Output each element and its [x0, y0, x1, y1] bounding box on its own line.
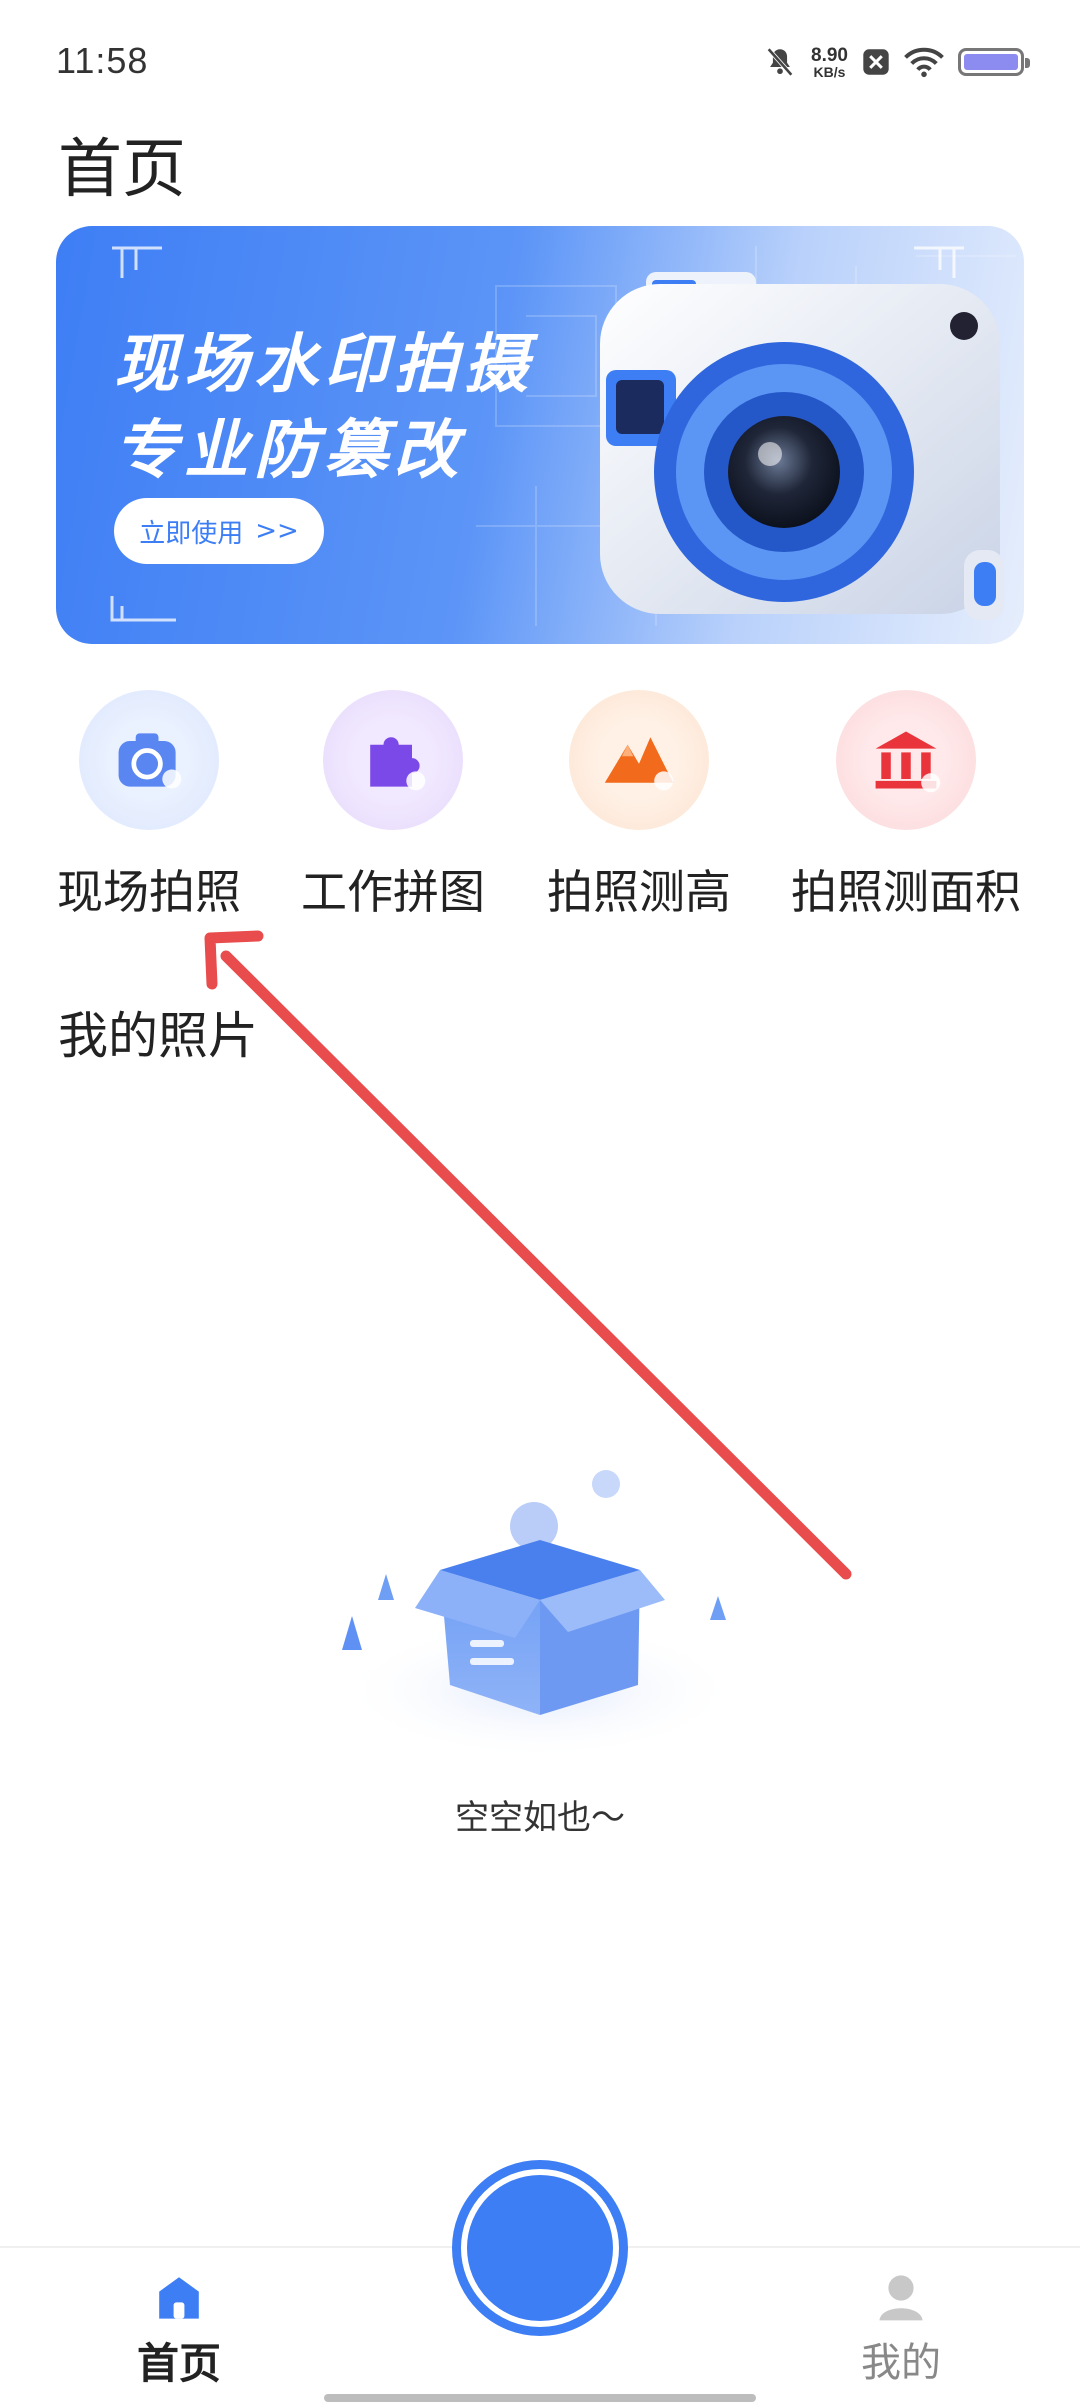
feature-photo-area-badge — [836, 690, 976, 830]
wifi-icon — [904, 47, 944, 78]
use-now-button[interactable]: 立即使用 >> — [114, 498, 324, 564]
status-bar: 11:58 8.90 KB/s — [0, 0, 1080, 120]
home-indicator[interactable] — [324, 2394, 756, 2402]
banner-title-line1: 现场水印拍摄 — [114, 328, 534, 402]
network-x-icon — [863, 49, 889, 75]
nav-mine-label: 我的 — [861, 2340, 941, 2386]
feature-photo-area-label: 拍照测面积 — [791, 865, 1021, 919]
use-now-label: 立即使用 — [139, 518, 244, 549]
feature-onsite-photo-badge — [79, 690, 219, 830]
nav-home-label: 首页 — [136, 2339, 221, 2388]
promo-banner[interactable]: 现场水印拍摄 专业防篡改 立即使用 >> — [56, 226, 1024, 644]
feature-work-collage-label: 工作拼图 — [301, 865, 485, 919]
feature-work-collage[interactable]: 工作拼图 — [298, 690, 488, 922]
feature-onsite-photo[interactable]: 现场拍照 — [56, 690, 242, 922]
mountain-icon — [604, 737, 674, 791]
page-title: 首页 — [58, 133, 186, 207]
capture-button[interactable] — [452, 2160, 628, 2336]
banner-title: 现场水印拍摄 专业防篡改 — [114, 322, 534, 494]
feature-work-collage-badge — [323, 690, 463, 830]
empty-box-illustration — [340, 1470, 740, 1760]
profile-icon — [879, 2275, 923, 2321]
building-icon — [875, 731, 941, 793]
empty-state-text: 空空如也～ — [455, 1798, 625, 1838]
section-title-my-photos: 我的照片 — [58, 1007, 258, 1065]
feature-photo-area[interactable]: 拍照测面积 — [786, 690, 1026, 922]
feature-photo-height[interactable]: 拍照测高 — [546, 690, 732, 922]
network-speed: 8.90 KB/s — [811, 46, 848, 79]
network-speed-unit: KB/s — [813, 63, 846, 80]
status-time: 11:58 — [56, 40, 149, 81]
banner-title-line2: 专业防篡改 — [114, 414, 464, 488]
home-icon — [159, 2277, 199, 2319]
puzzle-icon — [370, 737, 426, 791]
status-icons: 8.90 KB/s — [763, 40, 1030, 84]
network-speed-value: 8.90 — [811, 44, 848, 66]
use-now-arrow: >> — [255, 516, 299, 546]
nav-home[interactable]: 首页 — [124, 2270, 234, 2391]
capture-button-core — [467, 2175, 613, 2321]
camera-illustration — [600, 272, 1004, 620]
nav-mine[interactable]: 我的 — [846, 2270, 956, 2388]
feature-photo-height-badge — [569, 690, 709, 830]
feature-photo-height-label: 拍照测高 — [547, 865, 731, 919]
battery-icon — [958, 48, 1030, 76]
mute-icon — [767, 47, 793, 77]
feature-onsite-photo-label: 现场拍照 — [57, 865, 241, 919]
camera-icon — [118, 733, 182, 789]
